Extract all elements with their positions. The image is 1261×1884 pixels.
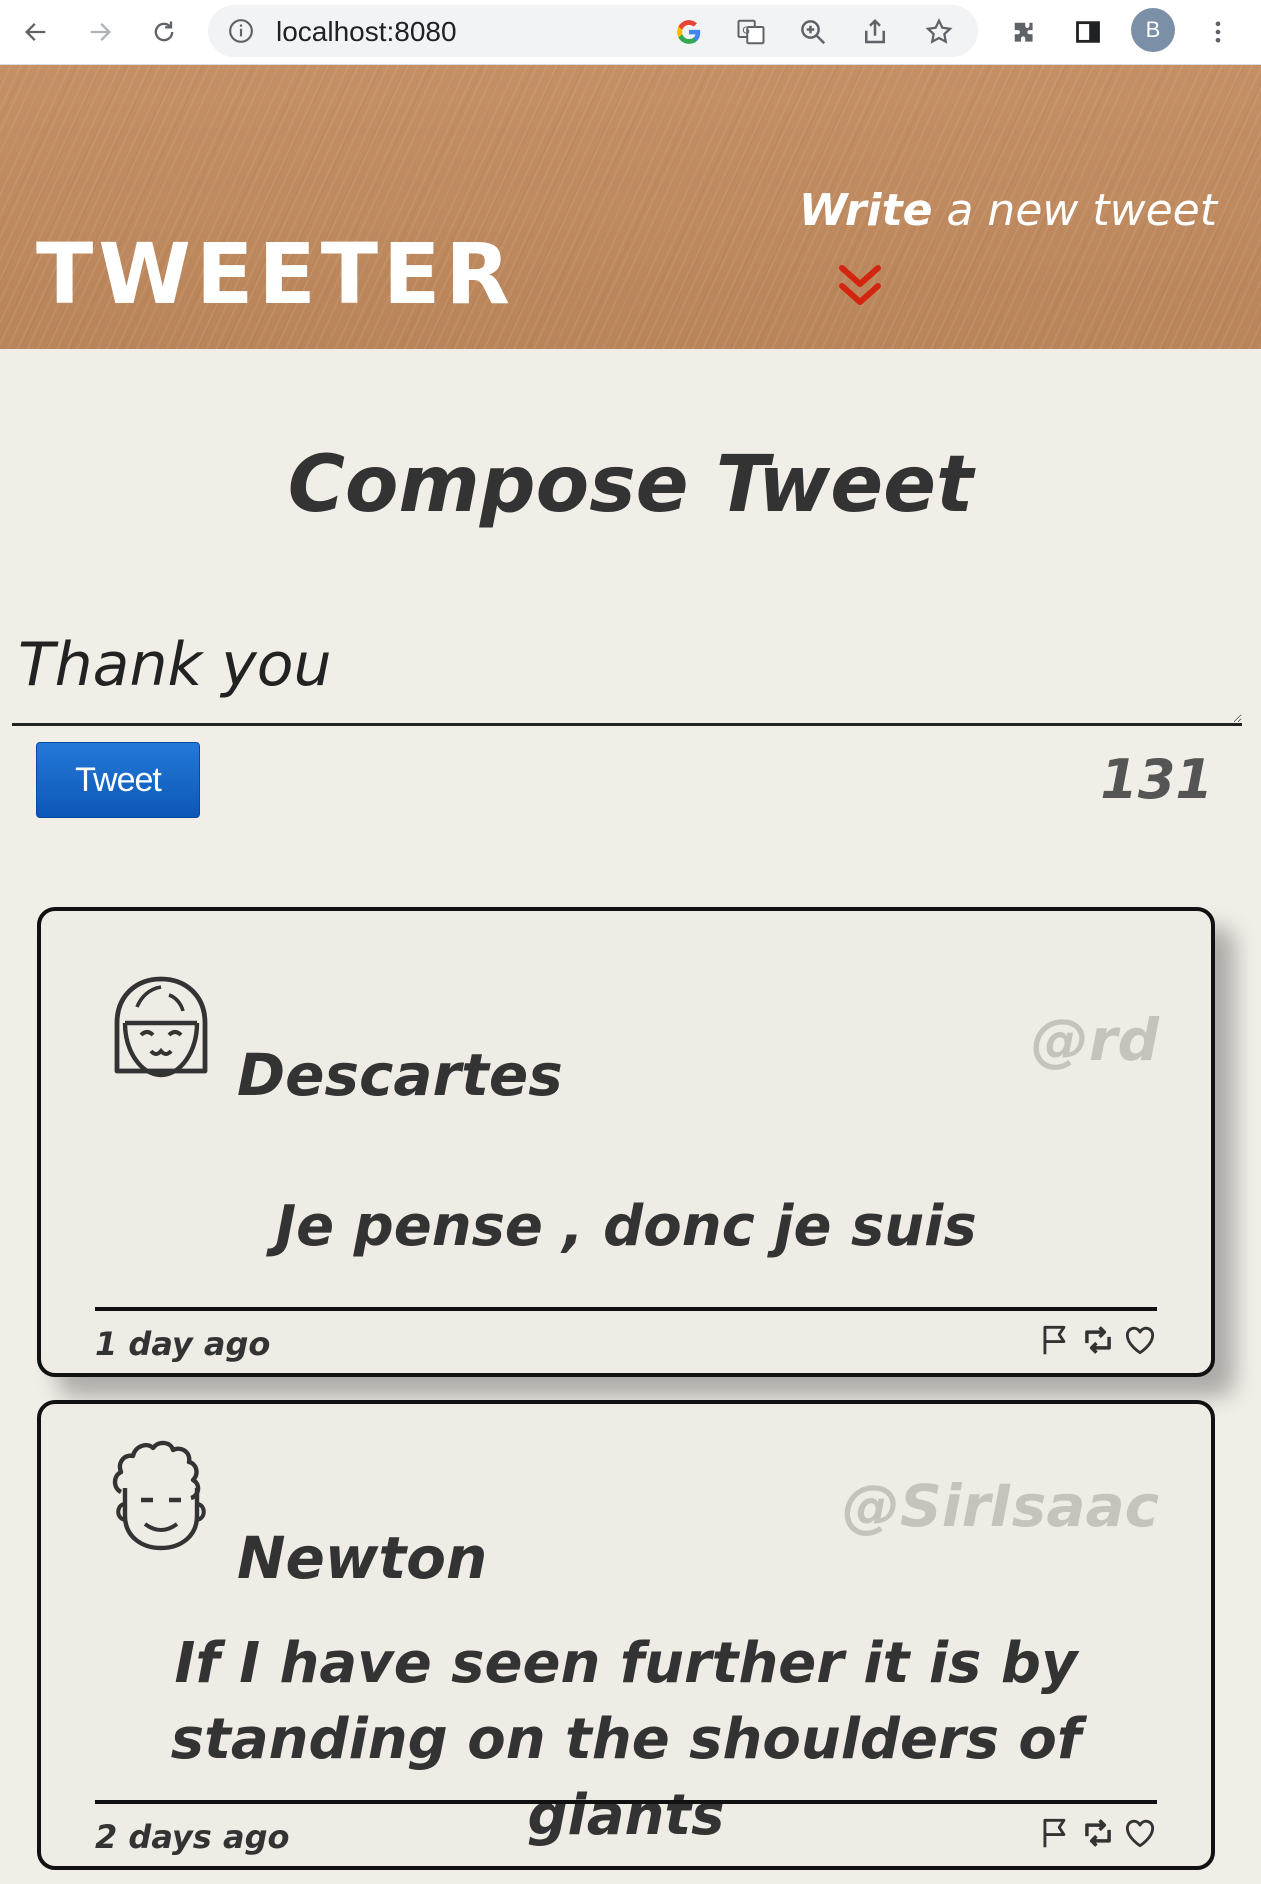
- tweet-divider: [95, 1307, 1157, 1311]
- profile-avatar[interactable]: B: [1131, 8, 1175, 52]
- heart-icon[interactable]: [1121, 1321, 1159, 1359]
- back-icon[interactable]: [18, 14, 54, 50]
- site-info-icon[interactable]: [228, 18, 254, 44]
- tweet-actions: [1037, 1814, 1159, 1852]
- heart-icon[interactable]: [1121, 1814, 1159, 1852]
- side-panel-icon[interactable]: [1070, 14, 1106, 50]
- more-menu-icon[interactable]: [1200, 14, 1236, 50]
- zoom-icon[interactable]: [798, 17, 828, 47]
- browser-toolbar: localhost:8080 G B: [0, 0, 1261, 65]
- tweet-actions: [1037, 1321, 1159, 1359]
- flag-icon[interactable]: [1037, 1321, 1075, 1359]
- curly-hair-face-icon: [112, 1440, 206, 1551]
- address-bar[interactable]: localhost:8080 G: [208, 5, 978, 57]
- tweet-author-handle: @SirIsaac: [841, 1472, 1159, 1540]
- site-header: TWEETER Write a new tweet: [0, 65, 1261, 349]
- write-bold-text: Write: [798, 185, 933, 236]
- tweet-card: Newton @SirIsaac If I have seen further …: [37, 1400, 1215, 1870]
- double-chevron-down-icon[interactable]: [836, 262, 884, 312]
- translate-icon[interactable]: G: [736, 17, 766, 47]
- retweet-icon[interactable]: [1079, 1814, 1117, 1852]
- svg-text:G: G: [742, 25, 750, 36]
- brand-logo: TWEETER: [36, 225, 516, 323]
- extensions-icon[interactable]: [1006, 14, 1042, 50]
- tweet-card: Descartes @rd Je pense , donc je suis 1 …: [37, 907, 1215, 1377]
- tweet-timestamp: 2 days ago: [95, 1818, 290, 1856]
- tweet-content: Je pense , donc je suis: [275, 1194, 977, 1259]
- flag-icon[interactable]: [1037, 1814, 1075, 1852]
- write-new-tweet-link[interactable]: Write a new tweet: [799, 185, 1217, 236]
- bookmark-star-icon[interactable]: [924, 17, 954, 47]
- url-text[interactable]: localhost:8080: [276, 16, 457, 48]
- tweet-button[interactable]: Tweet: [36, 742, 200, 818]
- tweet-input[interactable]: Thank you: [12, 620, 1242, 726]
- share-icon[interactable]: [860, 17, 890, 47]
- tweet-divider: [95, 1800, 1157, 1804]
- girl-face-icon: [114, 976, 208, 1078]
- tweet-author-name: Newton: [237, 1524, 488, 1592]
- google-icon[interactable]: [674, 17, 704, 47]
- retweet-icon[interactable]: [1079, 1321, 1117, 1359]
- tweet-timestamp: 1 day ago: [95, 1325, 271, 1363]
- forward-icon[interactable]: [82, 14, 118, 50]
- tweet-author-name: Descartes: [237, 1041, 563, 1109]
- character-counter: 131: [1100, 748, 1213, 811]
- tweet-author-handle: @rd: [1030, 1006, 1159, 1074]
- compose-title: Compose Tweet: [287, 440, 974, 530]
- reload-icon[interactable]: [146, 14, 182, 50]
- write-rest-text: a new tweet: [932, 185, 1217, 236]
